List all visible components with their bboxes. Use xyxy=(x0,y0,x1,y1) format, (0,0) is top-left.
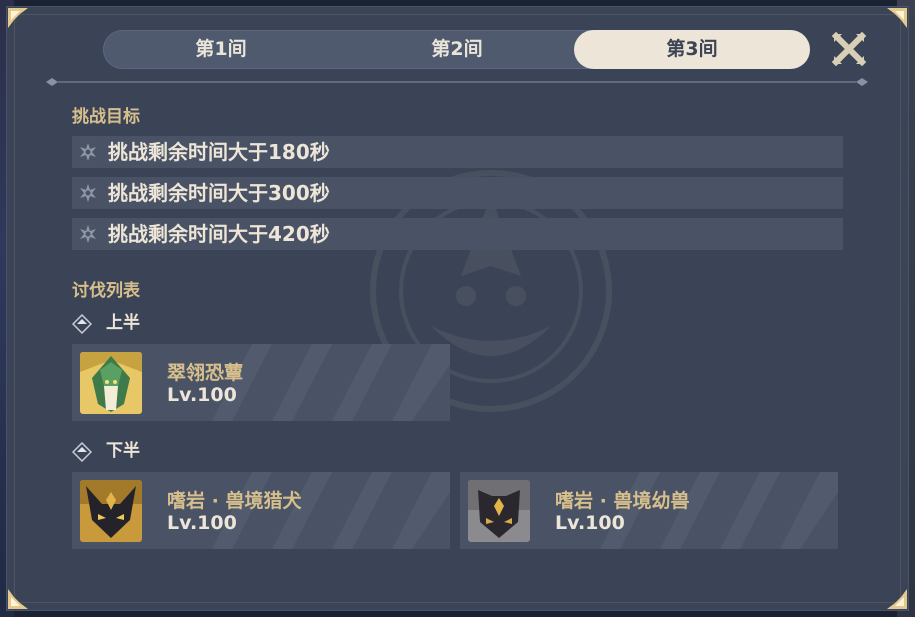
corner-ornament-icon xyxy=(8,589,28,609)
tab-chamber-3[interactable]: 第3间 xyxy=(574,30,810,69)
goal-row: 挑战剩余时间大于420秒 xyxy=(72,218,843,250)
enemy-name: 嗜岩 · 兽境幼兽 xyxy=(555,490,690,512)
diamond-icon xyxy=(72,314,92,334)
enemy-card[interactable]: 嗜岩 · 兽境猎犬 Lv.100 xyxy=(72,472,450,549)
corner-ornament-icon xyxy=(887,589,907,609)
diamond-icon xyxy=(72,442,92,462)
enemy-name: 嗜岩 · 兽境猎犬 xyxy=(167,490,302,512)
enemy-name: 翠翎恐蕈 xyxy=(167,362,244,384)
goal-row: 挑战剩余时间大于180秒 xyxy=(72,136,843,168)
challenge-goals-title: 挑战目标 xyxy=(72,107,140,127)
enemy-card[interactable]: 嗜岩 · 兽境幼兽 Lv.100 xyxy=(460,472,838,549)
goal-row: 挑战剩余时间大于300秒 xyxy=(72,177,843,209)
tab-chamber-2[interactable]: 第2间 xyxy=(339,30,575,69)
green-feathered-fungus-portrait xyxy=(80,352,142,414)
close-icon[interactable] xyxy=(832,32,866,66)
chamber-tab-bar: 第1间 第2间 第3间 xyxy=(103,30,810,69)
enemy-level: Lv.100 xyxy=(555,512,625,534)
second-half-text: 下半 xyxy=(106,441,140,461)
corner-ornament-icon xyxy=(8,8,28,28)
enemy-list-title: 讨伐列表 xyxy=(72,281,140,301)
dark-hound-portrait xyxy=(80,480,142,542)
goal-text: 挑战剩余时间大于180秒 xyxy=(108,140,330,164)
dark-whelp-portrait xyxy=(468,480,530,542)
enemy-level: Lv.100 xyxy=(167,384,237,406)
star-icon xyxy=(80,184,96,202)
corner-ornament-icon xyxy=(887,8,907,28)
abyss-chamber-panel: 第1间 第2间 第3间 挑战目标 挑战剩余时间大于180秒 挑战剩余时间大于30… xyxy=(6,6,909,611)
star-icon xyxy=(80,143,96,161)
header-divider xyxy=(46,78,868,86)
tab-chamber-1[interactable]: 第1间 xyxy=(103,30,339,69)
star-icon xyxy=(80,225,96,243)
goal-text: 挑战剩余时间大于420秒 xyxy=(108,222,330,246)
enemy-card[interactable]: 翠翎恐蕈 Lv.100 xyxy=(72,344,450,421)
first-half-text: 上半 xyxy=(106,313,140,333)
goal-text: 挑战剩余时间大于300秒 xyxy=(108,181,330,205)
card-pattern xyxy=(212,344,450,421)
enemy-level: Lv.100 xyxy=(167,512,237,534)
